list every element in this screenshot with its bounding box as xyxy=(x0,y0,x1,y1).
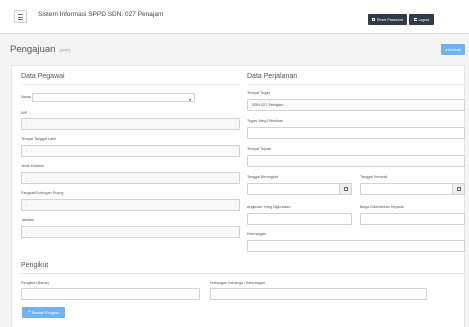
biaya-label: Biaya Dibebankan Kepada xyxy=(360,205,404,209)
tugas-input[interactable] xyxy=(247,127,465,139)
tempat-tugas-label: Tempat Tugas xyxy=(247,91,271,95)
tempat-tujuan-input[interactable] xyxy=(247,155,465,167)
jenis-kelamin-label: Jenis Kelamin xyxy=(21,164,44,168)
logout-label: Logout xyxy=(418,17,430,22)
page-subtitle: SPPD xyxy=(59,48,71,53)
pengikut-nama-input[interactable] xyxy=(21,288,200,300)
golongan-field[interactable]: - xyxy=(21,199,240,211)
jabatan-field[interactable]: - xyxy=(21,226,240,238)
tempat-tujuan-label: Tempat Tujuan xyxy=(247,147,272,151)
back-button-label: Kembali xyxy=(448,47,461,52)
section-title-data-perjalanan: Data Perjalanan xyxy=(247,73,298,80)
app-title: Sistem Informasi SPPD SDN. 027 Penajam xyxy=(38,11,164,18)
angkutan-label: Angkutan Yang Digunakan xyxy=(247,205,291,209)
top-bar: Sistem Informasi SPPD SDN. 027 Penajam R… xyxy=(0,0,469,34)
hubungan-input[interactable] xyxy=(210,288,427,300)
lock-icon xyxy=(371,17,376,22)
hamburger-icon-line xyxy=(18,19,23,20)
tugas-label: Tugas Yang Diberikan xyxy=(247,119,284,123)
tempat-tugas-field[interactable]: SDN 027 Penajam xyxy=(247,99,465,111)
menu-toggle-button[interactable] xyxy=(14,10,27,23)
section-divider xyxy=(247,84,465,85)
calendar-icon-glyph xyxy=(456,187,461,191)
nip-label: NIP xyxy=(21,111,28,115)
ttl-label: Tempat Tanggal Lahir xyxy=(21,137,57,141)
sign-out-icon xyxy=(413,17,417,22)
hamburger-icon-line xyxy=(18,16,23,18)
golongan-label: Pangkat/Golongan Ruang xyxy=(21,191,64,195)
jenis-kelamin-field[interactable]: - xyxy=(21,172,240,184)
back-button[interactable]: Kembali xyxy=(441,44,465,55)
calendar-icon-glyph xyxy=(343,187,348,191)
biaya-input[interactable] xyxy=(360,213,465,225)
pengikut-nama-label: Pengikut (Nama) xyxy=(21,281,49,285)
keterangan-label: Keterangan xyxy=(247,232,267,236)
logout-button[interactable]: Logout xyxy=(409,14,434,25)
page-title: Pengajuan SPPD xyxy=(10,44,70,55)
tanggal-berangkat-input[interactable] xyxy=(247,183,352,195)
tanggal-berangkat-label: Tanggal Berangkat xyxy=(247,175,278,179)
hamburger-icon-line xyxy=(18,14,23,15)
calendar-icon[interactable] xyxy=(339,184,351,194)
tanggal-kembali-input[interactable] xyxy=(360,183,465,195)
nama-label: Nama xyxy=(21,95,31,99)
reset-password-button[interactable]: Reset Password xyxy=(368,14,407,25)
jabatan-label: Jabatan xyxy=(21,218,35,222)
section-divider xyxy=(21,273,465,274)
chevron-down-icon xyxy=(189,98,191,101)
ttl-field[interactable]: - xyxy=(21,145,240,157)
angkutan-input[interactable] xyxy=(247,213,352,225)
tambah-pengikut-button[interactable]: + Tambah Pengikut xyxy=(22,307,65,318)
keterangan-input[interactable] xyxy=(247,240,465,252)
tambah-pengikut-label: Tambah Pengikut xyxy=(31,310,60,315)
calendar-icon[interactable] xyxy=(452,184,464,194)
nama-select[interactable] xyxy=(32,93,195,102)
reset-password-label: Reset Password xyxy=(376,17,404,22)
arrow-left-icon xyxy=(445,48,447,51)
nip-field[interactable]: - xyxy=(21,118,240,130)
tanggal-kembali-label: Tanggal Kembali xyxy=(360,175,388,179)
section-title-pengikut: Pengikut xyxy=(21,262,49,269)
page-title-text: Pengajuan xyxy=(10,44,56,55)
hubungan-label: Hubungan Keluarga / Keterangan xyxy=(210,281,265,285)
section-divider xyxy=(21,84,240,85)
plus-icon: + xyxy=(27,309,31,315)
section-title-data-pegawai: Data Pegawai xyxy=(21,73,65,80)
